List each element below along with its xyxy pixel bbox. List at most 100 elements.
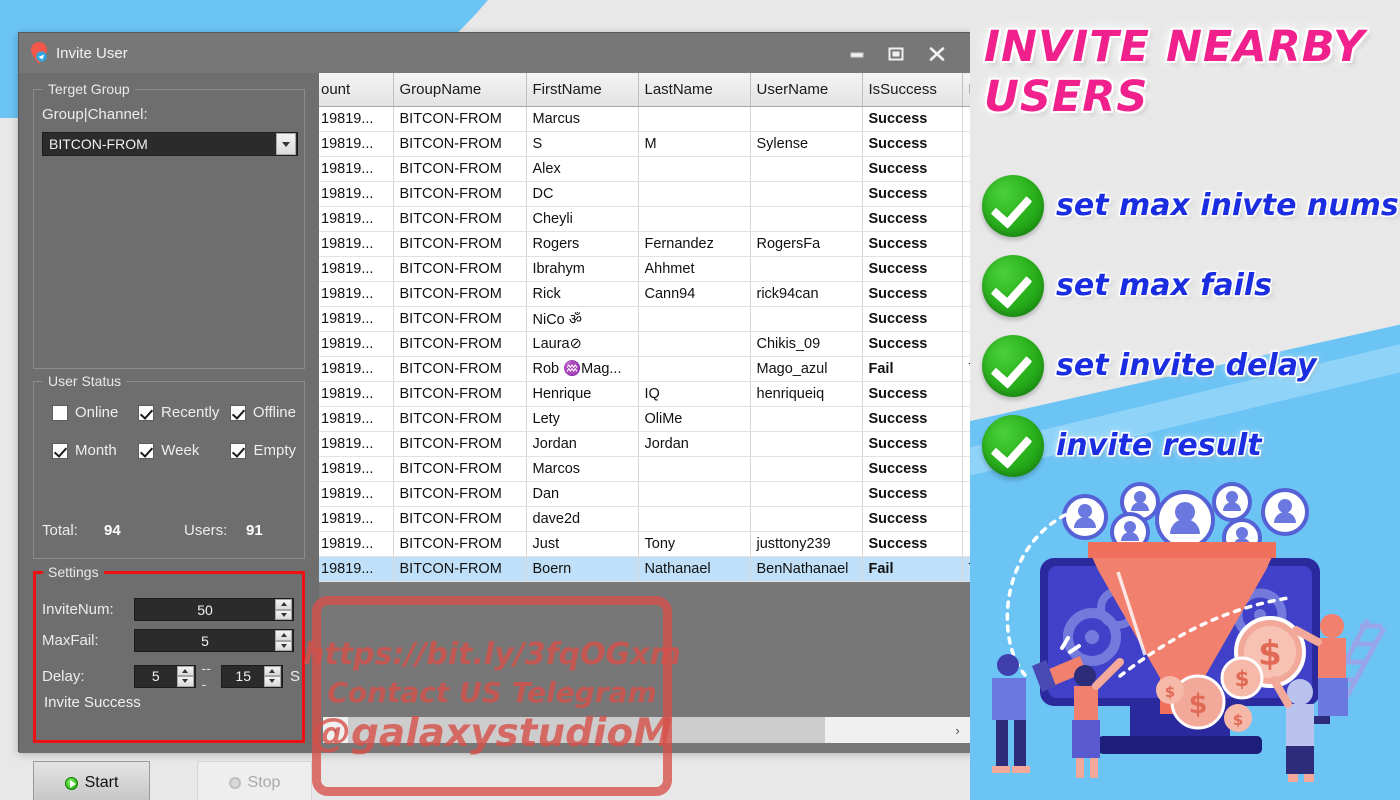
cell-username: Sylense: [750, 131, 862, 156]
column-header-issuccess[interactable]: IsSuccess: [862, 73, 962, 106]
checkbox-offline-label: Offline: [253, 404, 296, 421]
invite-num-spin-down[interactable]: [275, 610, 292, 621]
cell-account: 19819...: [319, 281, 393, 306]
column-header-lastname[interactable]: LastName: [638, 73, 750, 106]
scrollbar-thumb[interactable]: [348, 717, 825, 743]
table-row[interactable]: 19819...BITCON-FROMJordanJordanSuccess: [319, 431, 974, 456]
column-header-username[interactable]: UserName: [750, 73, 862, 106]
cell-groupname: BITCON-FROM: [393, 256, 526, 281]
table-row[interactable]: 19819...BITCON-FROMSMSylenseSuccess: [319, 131, 974, 156]
cell-groupname: BITCON-FROM: [393, 531, 526, 556]
invite-num-spinner[interactable]: [275, 599, 292, 620]
table-row[interactable]: 19819...BITCON-FROMIbrahymAhhmetSuccess: [319, 256, 974, 281]
scroll-left-arrow-icon[interactable]: ‹: [323, 717, 348, 743]
table-row[interactable]: 19819...BITCON-FROMCheyliSuccess: [319, 206, 974, 231]
max-fail-spinner[interactable]: [275, 630, 292, 651]
delay-min-spin-up[interactable]: [177, 666, 194, 677]
scroll-right-arrow-icon[interactable]: ›: [945, 717, 970, 743]
start-button[interactable]: Start: [33, 761, 150, 800]
cell-groupname: BITCON-FROM: [393, 281, 526, 306]
cell-account: 19819...: [319, 231, 393, 256]
column-header-firstname[interactable]: FirstName: [526, 73, 638, 106]
settings-box: Settings InviteNum: 50 MaxFail: 5: [33, 571, 305, 743]
column-header-account[interactable]: ount: [319, 73, 393, 106]
cell-username: [750, 306, 862, 331]
group-channel-combobox[interactable]: BITCON-FROM: [42, 132, 298, 156]
minimize-icon: [849, 48, 865, 60]
cell-groupname: BITCON-FROM: [393, 231, 526, 256]
table-row[interactable]: 19819...BITCON-FROMRogersFernandezRogers…: [319, 231, 974, 256]
checkbox-week[interactable]: Week: [138, 442, 230, 459]
checkbox-online[interactable]: Online: [52, 404, 138, 421]
minimize-button[interactable]: [838, 41, 876, 67]
table-row[interactable]: 19819...BITCON-FROMBoernNathanaelBenNath…: [319, 556, 974, 581]
check-circle-icon: [982, 335, 1044, 397]
table-row[interactable]: 19819...BITCON-FROMMarcosSuccess: [319, 456, 974, 481]
checkbox-recently-label: Recently: [161, 404, 219, 421]
horizontal-scrollbar[interactable]: ‹ ›: [323, 717, 970, 743]
column-header-groupname[interactable]: GroupName: [393, 73, 526, 106]
max-fail-stepper[interactable]: 5: [134, 629, 294, 652]
delay-max-stepper[interactable]: 15: [221, 665, 283, 688]
scrollbar-track-right[interactable]: [825, 717, 945, 743]
checkbox-offline[interactable]: Offline: [230, 404, 296, 421]
cell-groupname: BITCON-FROM: [393, 481, 526, 506]
delay-min-spin-down[interactable]: [177, 676, 194, 687]
checkbox-offline-box[interactable]: [230, 405, 246, 421]
delay-max-value: 15: [222, 668, 264, 684]
checkbox-recently-box[interactable]: [138, 405, 154, 421]
delay-min-stepper[interactable]: 5: [134, 665, 196, 688]
table-row[interactable]: 19819...BITCON-FROMRickCann94rick94canSu…: [319, 281, 974, 306]
table-row[interactable]: 19819...BITCON-FROMNiCo ॐSuccess: [319, 306, 974, 331]
checkbox-week-box[interactable]: [138, 443, 154, 459]
delay-max-spin-down[interactable]: [264, 676, 281, 687]
cell-lastname: [638, 356, 750, 381]
invite-num-stepper[interactable]: 50: [134, 598, 294, 621]
chevron-down-icon[interactable]: [276, 133, 296, 155]
checkbox-empty[interactable]: Empty: [230, 442, 296, 459]
cell-issuccess: Success: [862, 306, 962, 331]
table-header-row: ount GroupName FirstName LastName UserNa…: [319, 73, 974, 106]
max-fail-spin-up[interactable]: [275, 630, 292, 641]
checkbox-month[interactable]: Month: [52, 442, 138, 459]
checkbox-online-box[interactable]: [52, 405, 68, 421]
table-body: 19819...BITCON-FROMMarcusSuccess19819...…: [319, 106, 974, 581]
results-table: ount GroupName FirstName LastName UserNa…: [319, 73, 974, 582]
cell-account: 19819...: [319, 131, 393, 156]
cell-groupname: BITCON-FROM: [393, 331, 526, 356]
cell-username: justtony239: [750, 531, 862, 556]
cell-username: Chikis_09: [750, 331, 862, 356]
table-row[interactable]: 19819...BITCON-FROMDCSuccess: [319, 181, 974, 206]
max-fail-spin-down[interactable]: [275, 641, 292, 652]
invite-num-spin-up[interactable]: [275, 599, 292, 610]
cell-lastname: Ahhmet: [638, 256, 750, 281]
table-row[interactable]: 19819...BITCON-FROMDanSuccess: [319, 481, 974, 506]
stop-button[interactable]: Stop: [197, 761, 312, 800]
cell-account: 19819...: [319, 406, 393, 431]
svg-text:$: $: [1165, 683, 1175, 701]
table-row[interactable]: 19819...BITCON-FROMAlexSuccess: [319, 156, 974, 181]
table-row[interactable]: 19819...BITCON-FROMRob ♒Mag...Mago_azulF…: [319, 356, 974, 381]
table-row[interactable]: 19819...BITCON-FROMLaura⊘Chikis_09Succes…: [319, 331, 974, 356]
close-button[interactable]: [918, 41, 956, 67]
cell-groupname: BITCON-FROM: [393, 156, 526, 181]
delay-max-spin-up[interactable]: [264, 666, 281, 677]
delay-max-spinner[interactable]: [264, 666, 281, 687]
check-circle-icon: [982, 175, 1044, 237]
table-row[interactable]: 19819...BITCON-FROMLetyOliMeSuccess: [319, 406, 974, 431]
checkbox-month-box[interactable]: [52, 443, 68, 459]
cell-username: rick94can: [750, 281, 862, 306]
table-row[interactable]: 19819...BITCON-FROMMarcusSuccess: [319, 106, 974, 131]
delay-min-spinner[interactable]: [177, 666, 194, 687]
checkbox-empty-box[interactable]: [230, 443, 246, 459]
cell-account: 19819...: [319, 531, 393, 556]
table-row[interactable]: 19819...BITCON-FROMHenriqueIQhenriqueiqS…: [319, 381, 974, 406]
cell-groupname: BITCON-FROM: [393, 431, 526, 456]
checkbox-recently[interactable]: Recently: [138, 404, 230, 421]
results-grid[interactable]: ount GroupName FirstName LastName UserNa…: [319, 73, 974, 713]
maximize-button[interactable]: [877, 41, 915, 67]
cell-lastname: Jordan: [638, 431, 750, 456]
invite-num-label: InviteNum:: [42, 601, 134, 618]
table-row[interactable]: 19819...BITCON-FROMJustTonyjusttony239Su…: [319, 531, 974, 556]
table-row[interactable]: 19819...BITCON-FROMdave2dSuccess: [319, 506, 974, 531]
